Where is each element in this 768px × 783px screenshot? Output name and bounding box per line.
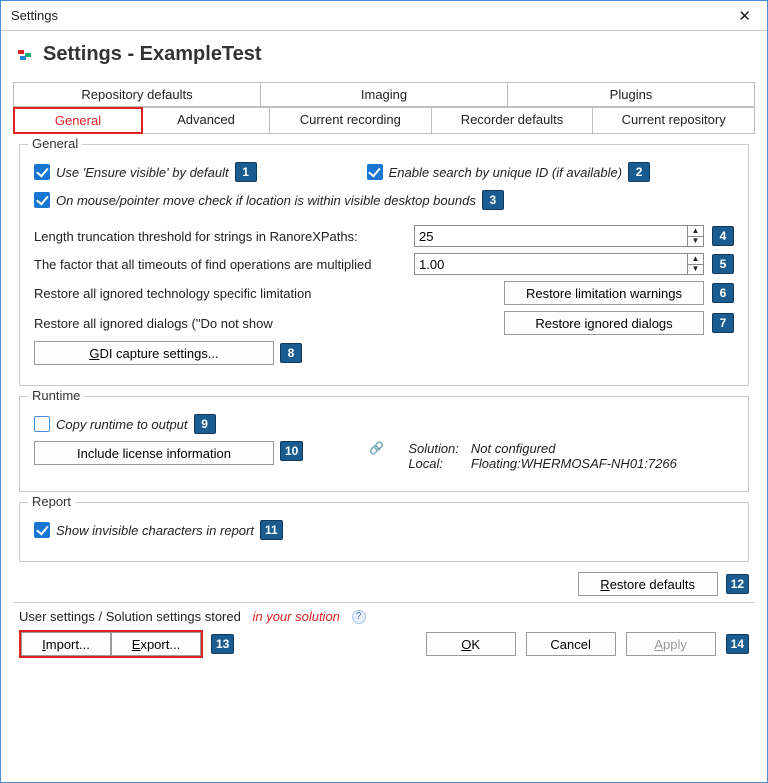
storage-suffix: in your solution: [252, 609, 339, 624]
import-button[interactable]: Import...: [21, 632, 111, 656]
titlebar: Settings ✕: [1, 1, 767, 31]
tab-imaging[interactable]: Imaging: [260, 82, 508, 107]
len-trunc-value[interactable]: [415, 226, 687, 246]
tabs-container: Repository defaults Imaging Plugins Gene…: [1, 74, 767, 134]
storage-prefix: User settings / Solution settings stored: [19, 609, 241, 624]
callout-6: 6: [712, 283, 734, 303]
ok-button[interactable]: OK: [426, 632, 516, 656]
cancel-button[interactable]: Cancel: [526, 632, 616, 656]
callout-9: 9: [194, 414, 216, 434]
page-header: Settings - ExampleTest: [1, 31, 767, 74]
apply-button[interactable]: Apply: [626, 632, 716, 656]
report-panel: Report Show invisible characters in repo…: [19, 502, 749, 562]
timeout-factor-input[interactable]: ▲▼: [414, 253, 704, 275]
tab-plugins[interactable]: Plugins: [507, 82, 755, 107]
window-title: Settings: [11, 8, 58, 23]
callout-13: 13: [211, 634, 234, 654]
callout-2: 2: [628, 162, 650, 182]
general-panel: General Use 'Ensure visible' by default …: [19, 144, 749, 386]
callout-4: 4: [712, 226, 734, 246]
tab-row-lower: General Advanced Current recording Recor…: [13, 107, 755, 134]
show-invisible-label: Show invisible characters in report: [56, 523, 254, 538]
include-license-info-button[interactable]: Include license information: [34, 441, 274, 465]
timeout-factor-value[interactable]: [415, 254, 687, 274]
tab-general[interactable]: General: [13, 107, 143, 134]
close-icon[interactable]: ✕: [732, 5, 757, 27]
help-icon[interactable]: ?: [352, 610, 366, 624]
mouse-bounds-checkbox[interactable]: [34, 192, 50, 208]
solution-label: Solution:: [408, 441, 459, 456]
callout-3: 3: [482, 190, 504, 210]
copy-runtime-label: Copy runtime to output: [56, 417, 188, 432]
runtime-panel: Runtime Copy runtime to output 9 Include…: [19, 396, 749, 492]
callout-5: 5: [712, 254, 734, 274]
restore-dialogs-label: Restore all ignored dialogs ("Do not sho…: [34, 316, 273, 331]
local-label: Local:: [408, 456, 459, 471]
storage-line: User settings / Solution settings stored…: [19, 609, 749, 624]
len-trunc-input[interactable]: ▲▼: [414, 225, 704, 247]
page-title: Settings - ExampleTest: [43, 43, 262, 66]
license-info: Solution: Not configured Local: Floating…: [408, 441, 677, 471]
local-value: Floating:WHERMOSAF-NH01:7266: [471, 456, 677, 471]
gdi-capture-settings-button[interactable]: GDI capture settings...: [34, 341, 274, 365]
link-icon: 🔗: [369, 441, 384, 455]
enable-search-uid-checkbox[interactable]: [367, 164, 383, 180]
import-export-group: Import... Export...: [19, 630, 203, 658]
tab-repository-defaults[interactable]: Repository defaults: [13, 82, 261, 107]
ensure-visible-label: Use 'Ensure visible' by default: [56, 165, 229, 180]
restore-limitation-warnings-button[interactable]: Restore limitation warnings: [504, 281, 704, 305]
runtime-legend: Runtime: [28, 388, 84, 403]
report-legend: Report: [28, 494, 75, 509]
tab-row-upper: Repository defaults Imaging Plugins: [13, 82, 755, 107]
export-button[interactable]: Export...: [111, 632, 201, 656]
solution-value: Not configured: [471, 441, 677, 456]
tab-current-recording[interactable]: Current recording: [269, 107, 432, 134]
callout-10: 10: [280, 441, 303, 461]
tab-recorder-defaults[interactable]: Recorder defaults: [431, 107, 594, 134]
callout-11: 11: [260, 520, 283, 540]
restore-ignored-dialogs-button[interactable]: Restore ignored dialogs: [504, 311, 704, 335]
restore-defaults-button[interactable]: Restore defaults: [578, 572, 718, 596]
bottom-area: User settings / Solution settings stored…: [1, 603, 767, 670]
timeout-factor-spinner[interactable]: ▲▼: [687, 254, 703, 274]
ensure-visible-checkbox[interactable]: [34, 164, 50, 180]
restore-tech-label: Restore all ignored technology specific …: [34, 286, 311, 301]
general-legend: General: [28, 136, 82, 151]
tab-advanced[interactable]: Advanced: [142, 107, 270, 134]
show-invisible-checkbox[interactable]: [34, 522, 50, 538]
callout-1: 1: [235, 162, 257, 182]
len-trunc-spinner[interactable]: ▲▼: [687, 226, 703, 246]
enable-search-uid-label: Enable search by unique ID (if available…: [389, 165, 622, 180]
app-icon: [17, 47, 33, 63]
copy-runtime-checkbox[interactable]: [34, 416, 50, 432]
callout-8: 8: [280, 343, 302, 363]
callout-14: 14: [726, 634, 749, 654]
callout-7: 7: [712, 313, 734, 333]
tab-current-repository[interactable]: Current repository: [592, 107, 755, 134]
mouse-bounds-label: On mouse/pointer move check if location …: [56, 193, 476, 208]
timeout-factor-label: The factor that all timeouts of find ope…: [34, 257, 371, 272]
callout-12: 12: [726, 574, 749, 594]
len-trunc-label: Length truncation threshold for strings …: [34, 229, 358, 244]
